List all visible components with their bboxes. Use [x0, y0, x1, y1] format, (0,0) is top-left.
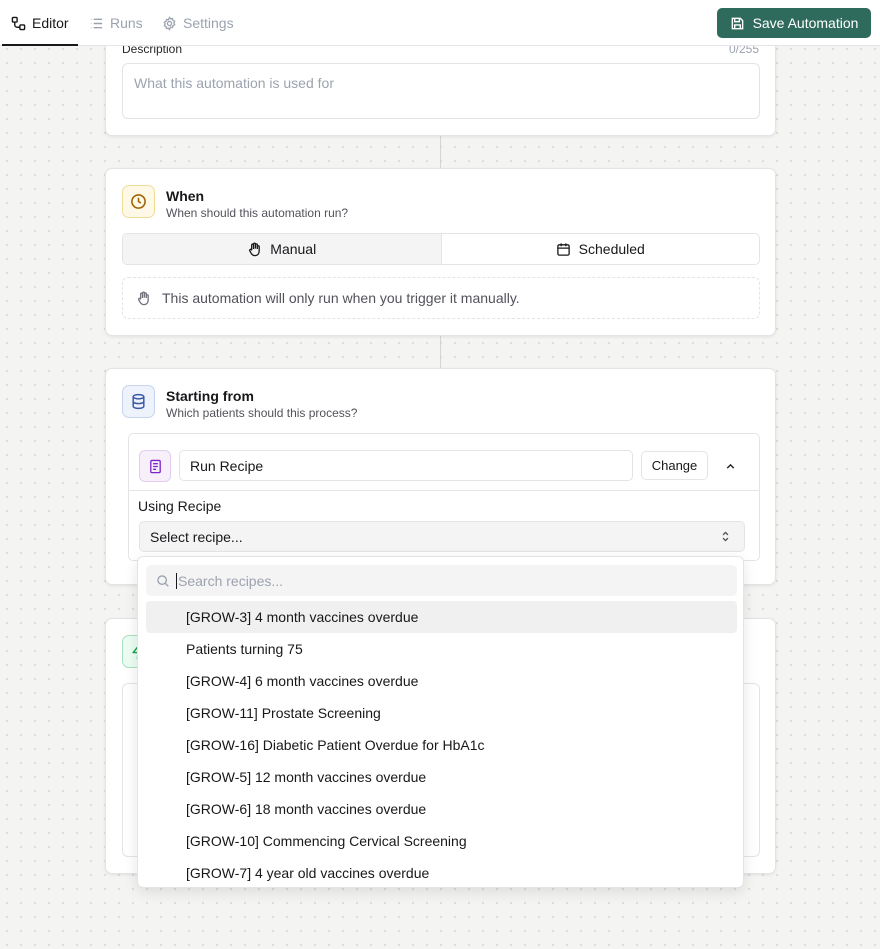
recipe-option[interactable]: [GROW-16] Diabetic Patient Overdue for H…	[146, 729, 737, 761]
gear-icon	[163, 15, 176, 31]
manual-option[interactable]: Manual	[123, 234, 441, 264]
calendar-icon	[556, 242, 570, 256]
change-button[interactable]: Change	[641, 451, 708, 480]
save-automation-button[interactable]: Save Automation	[717, 8, 871, 38]
recipe-search-box	[146, 565, 737, 596]
save-icon	[731, 17, 743, 29]
hand-icon	[249, 241, 261, 256]
save-automation-label: Save Automation	[752, 15, 859, 31]
step-name-input[interactable]: Run Recipe	[179, 450, 633, 481]
divider	[129, 490, 759, 491]
starting-from-subtitle: Which patients should this process?	[166, 406, 358, 420]
recipe-search-input[interactable]	[176, 572, 716, 589]
workflow-icon	[11, 16, 26, 30]
tab-settings-label: Settings	[183, 15, 234, 31]
manual-info-text: This automation will only run when you t…	[162, 290, 520, 306]
tab-editor[interactable]: Editor	[2, 0, 78, 46]
recipe-dropdown: [GROW-3] 4 month vaccines overduePatient…	[137, 556, 744, 888]
recipe-option[interactable]: Patients turning 75	[146, 633, 737, 665]
using-recipe-label: Using Recipe	[138, 498, 222, 514]
hand-icon	[137, 290, 149, 305]
when-title: When	[166, 188, 205, 204]
scheduled-option[interactable]: Scheduled	[440, 234, 760, 264]
recipe-book-icon	[139, 450, 171, 482]
manual-info-box: This automation will only run when you t…	[122, 277, 760, 319]
top-bar: Editor Runs Settings Save Automation	[0, 0, 880, 46]
flow-connector	[440, 336, 441, 368]
tab-editor-label: Editor	[32, 15, 69, 31]
recipe-select[interactable]: Select recipe...	[139, 521, 745, 552]
tab-runs-label: Runs	[110, 15, 143, 31]
starting-from-title: Starting from	[166, 388, 254, 404]
list-icon	[90, 18, 103, 28]
recipe-options-list: [GROW-3] 4 month vaccines overdue Patient…	[146, 601, 737, 889]
recipe-option[interactable]: [GROW-7] 4 year old vaccines overdue	[146, 857, 737, 889]
scheduled-option-label: Scheduled	[578, 241, 645, 257]
database-icon	[122, 385, 155, 418]
clock-icon	[122, 185, 155, 218]
run-recipe-step: Run Recipe Change Using Recipe Select re…	[128, 433, 760, 561]
recipe-option[interactable]: [GROW-3] 4 month vaccines overdue	[146, 601, 737, 633]
recipe-option[interactable]: [GROW-10] Commencing Cervical Screening	[146, 825, 737, 857]
starting-from-card: Starting from Which patients should this…	[105, 368, 776, 585]
recipe-option[interactable]: [GROW-5] 12 month vaccines overdue	[146, 761, 737, 793]
search-icon	[157, 574, 169, 587]
flow-connector	[440, 136, 441, 168]
chevron-up-down-icon	[722, 531, 729, 542]
tab-runs[interactable]: Runs	[89, 0, 143, 46]
recipe-option[interactable]: [GROW-6] 18 month vaccines overdue	[146, 793, 737, 825]
chevron-up-icon	[726, 463, 734, 469]
when-subtitle: When should this automation run?	[166, 206, 349, 220]
tab-settings[interactable]: Settings	[162, 0, 234, 46]
collapse-button[interactable]	[717, 453, 743, 479]
recipe-select-value: Select recipe...	[150, 529, 243, 545]
trigger-type-toggle: Manual Scheduled	[122, 233, 760, 265]
manual-option-label: Manual	[270, 241, 317, 257]
when-card: When When should this automation run? Ma…	[105, 168, 776, 336]
recipe-option[interactable]: [GROW-11] Prostate Screening	[146, 697, 737, 729]
description-input[interactable]: What this automation is used for	[122, 63, 760, 119]
recipe-option[interactable]: [GROW-4] 6 month vaccines overdue	[146, 665, 737, 697]
